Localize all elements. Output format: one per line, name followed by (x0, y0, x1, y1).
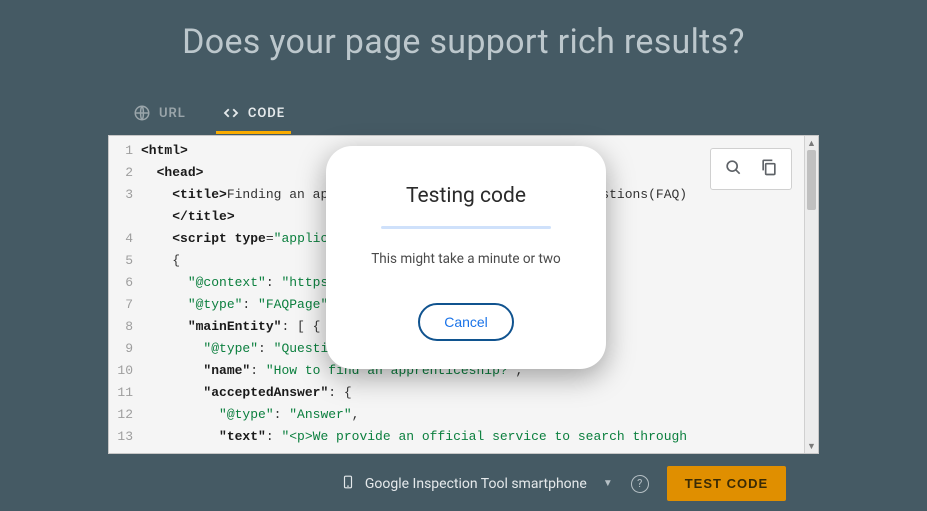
modal-title: Testing code (352, 184, 580, 208)
cancel-button[interactable]: Cancel (418, 303, 514, 341)
modal-backdrop: Testing code This might take a minute or… (0, 0, 927, 511)
modal-progress-bar (381, 226, 551, 229)
modal-message: This might take a minute or two (352, 251, 580, 267)
testing-modal: Testing code This might take a minute or… (326, 146, 606, 369)
